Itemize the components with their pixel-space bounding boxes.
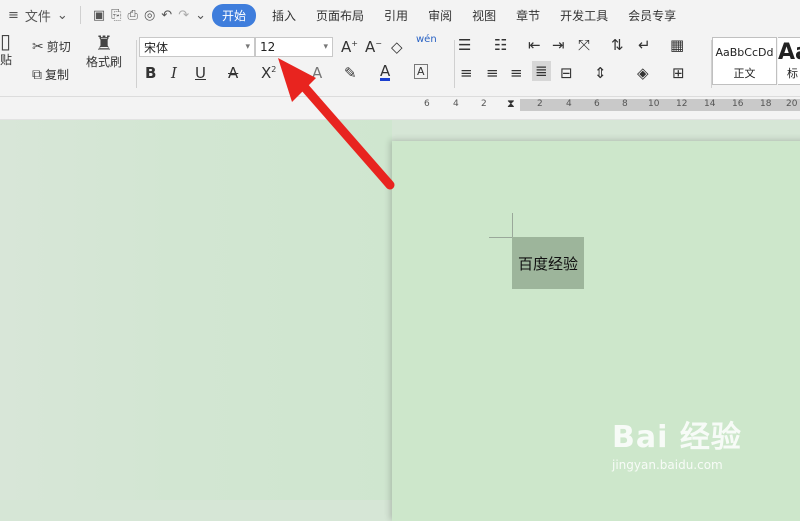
red-arrow-annotation — [278, 58, 395, 190]
arrow-shaft — [295, 77, 395, 190]
